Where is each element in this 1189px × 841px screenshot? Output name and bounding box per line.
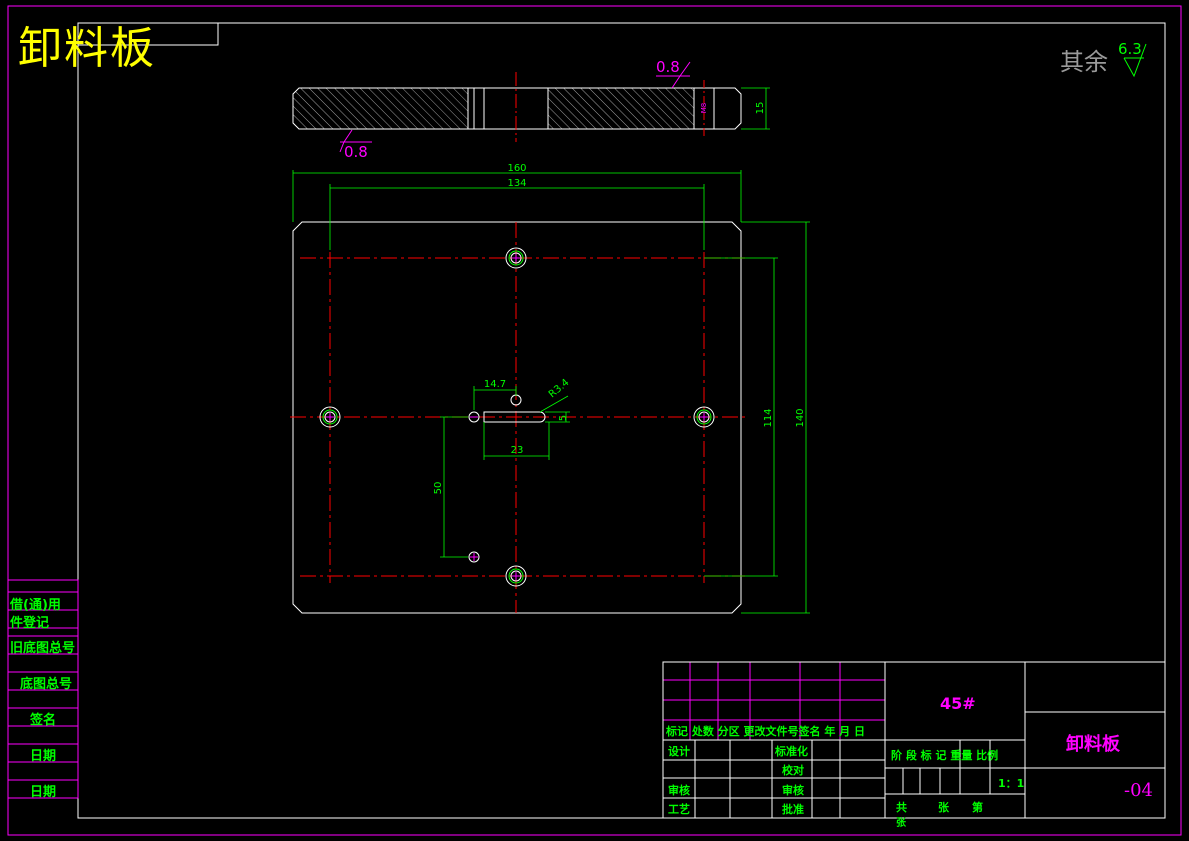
dim-width-holes: 134 [507, 178, 526, 189]
design-label: 设计 [668, 745, 690, 758]
revision-header-row: 标记 处数 分区 更改文件号签名 年 月 日 [666, 725, 865, 738]
dim-height-holes: 114 [763, 408, 774, 427]
dim-vertical-offset: 50 [433, 482, 444, 495]
side-label-old-drawing: 旧底图总号 [10, 641, 76, 656]
dim-slot-length: 23 [511, 445, 524, 456]
side-label-date-1: 日期 [30, 749, 57, 764]
outer-border [7, 5, 1182, 836]
material: 45# [940, 694, 976, 713]
dim-thickness: 15 [755, 102, 766, 115]
dim-slot-offset: 14.7 [484, 379, 506, 390]
dim-thread: M8 [700, 103, 708, 114]
review-2-label: 审核 [782, 784, 804, 797]
sheet-word-2: 张 [896, 818, 906, 829]
roughness-top-value: 0.8 [656, 58, 680, 76]
scale: 1：1 [998, 777, 1025, 790]
sheet-word: 张 [938, 801, 949, 814]
standardize-label: 标准化 [775, 745, 808, 758]
side-label-signature: 签名 [30, 713, 57, 728]
approve-label: 批准 [782, 803, 804, 816]
section-view [292, 72, 770, 142]
dim-slot-width: 5 [558, 415, 569, 421]
drawing-number: -04 [1124, 780, 1153, 801]
side-label-register: 件登记 [10, 616, 50, 631]
roughness-other-value: 6.3 [1118, 40, 1142, 58]
review-label: 审核 [668, 784, 690, 797]
drawing-title: 卸料板 [18, 23, 156, 74]
proofread-label: 校对 [782, 764, 804, 777]
stage-row: 阶 段 标 记 重量 比例 [891, 749, 999, 762]
process-label: 工艺 [668, 803, 690, 816]
side-label-date-2: 日期 [30, 785, 57, 800]
roughness-bottom-value: 0.8 [344, 143, 368, 161]
side-label-borrow: 借(通)用 [10, 598, 61, 613]
inner-border [77, 22, 1166, 819]
dim-slot-radius: R3.4 [547, 377, 572, 400]
roughness-other-label: 其余 [1060, 48, 1108, 76]
part-name: 卸料板 [1066, 734, 1120, 755]
cad-drawing: 160 134 140 114 14.7 R3.4 5 23 50 15 M8 … [7, 5, 1182, 836]
sheet-total: 共 [896, 801, 907, 814]
side-label-drawing: 底图总号 [20, 677, 73, 692]
dim-height-outer: 140 [795, 408, 806, 427]
dim-width-outer: 160 [507, 163, 526, 174]
sheet-no: 第 [972, 801, 983, 814]
centerlines [290, 222, 745, 613]
